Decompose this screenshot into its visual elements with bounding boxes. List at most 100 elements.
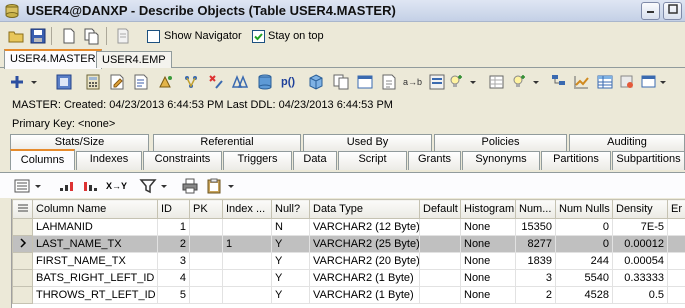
properties-icon[interactable] (55, 73, 73, 91)
clipboard-icon[interactable] (205, 177, 223, 195)
column-list-dropdown-chevron-icon[interactable] (34, 177, 42, 195)
header-id[interactable]: ID (157, 199, 190, 219)
header-null[interactable]: Null? (271, 199, 310, 219)
cell-column-name: FIRST_NAME_TX (32, 252, 158, 270)
cell-id: 5 (157, 286, 190, 304)
cell-default (419, 218, 461, 236)
form-icon[interactable] (428, 73, 446, 91)
filter-dropdown-chevron-icon[interactable] (160, 177, 168, 195)
tab-grants[interactable]: Grants (408, 151, 461, 170)
lightbulb-icon[interactable] (447, 73, 465, 91)
header-histogram[interactable]: Histogram (460, 199, 516, 219)
tab-auditing[interactable]: Auditing (569, 134, 685, 151)
list-icon (17, 204, 28, 211)
tab-synonyms[interactable]: Synonyms (462, 151, 540, 170)
rebuild-icon[interactable] (182, 73, 200, 91)
lightbulb-dropdown-chevron-icon[interactable] (469, 73, 477, 91)
table-icon[interactable] (596, 73, 614, 91)
calculator-icon[interactable] (84, 73, 102, 91)
tab-subpartitions[interactable]: Subpartitions (612, 151, 685, 170)
header-index[interactable]: Index ... (222, 199, 272, 219)
truncate-icon[interactable] (207, 73, 225, 91)
add-icon[interactable] (8, 73, 26, 91)
tab-triggers[interactable]: Triggers (223, 151, 292, 170)
sort-ascending-icon[interactable] (58, 177, 76, 195)
select-all-header[interactable] (12, 199, 33, 219)
print-preview-icon[interactable] (114, 27, 132, 45)
rename-button[interactable]: a→b (403, 73, 425, 91)
cube-icon[interactable] (307, 73, 325, 91)
table-row[interactable]: FIRST_NAME_TX 3 Y VARCHAR2 (20 Byte) None 183… (12, 252, 685, 270)
row-indicator[interactable] (12, 218, 33, 236)
tab-used-by[interactable]: Used By (303, 134, 432, 151)
header-column-name[interactable]: Column Name (32, 199, 158, 219)
copy-object-icon[interactable] (332, 73, 350, 91)
header-extra[interactable]: Er (667, 199, 685, 219)
transpose-button[interactable]: X→Y (106, 177, 128, 195)
row-pointer-icon (19, 237, 26, 248)
row-indicator[interactable] (12, 252, 33, 270)
tab-referential[interactable]: Referential (153, 134, 301, 151)
stay-on-top-checkbox[interactable] (252, 30, 265, 43)
open-folder-icon[interactable] (7, 27, 25, 45)
hint-dropdown-chevron-icon[interactable] (532, 73, 540, 91)
tab-indexes[interactable]: Indexes (76, 151, 142, 170)
chart-edit-icon[interactable] (572, 73, 590, 91)
header-num-distinct[interactable]: Num... (515, 199, 556, 219)
script-icon[interactable] (380, 73, 398, 91)
header-density[interactable]: Density (612, 199, 668, 219)
cell-null: Y (271, 252, 310, 270)
header-pk[interactable]: PK (189, 199, 223, 219)
window-icon[interactable] (356, 73, 374, 91)
row-indicator[interactable] (12, 286, 33, 304)
add-dropdown-chevron-icon[interactable] (30, 73, 38, 91)
filter-icon[interactable] (139, 177, 157, 195)
cell-density: 0.00012 (612, 235, 668, 253)
hint-icon[interactable] (510, 73, 528, 91)
save-icon[interactable] (29, 27, 47, 45)
cell-num-distinct: 15350 (515, 218, 556, 236)
doc-tab-emp[interactable]: USER4.EMP (96, 51, 172, 68)
row-indicator[interactable] (12, 235, 33, 253)
tree-icon[interactable] (550, 73, 568, 91)
show-navigator-checkbox[interactable] (147, 30, 160, 43)
table-row[interactable]: THROWS_RT_LEFT_ID 5 Y VARCHAR2 (1 Byte) None… (12, 286, 685, 304)
grid-refresh-icon[interactable] (488, 73, 506, 91)
column-list-icon[interactable] (13, 177, 31, 195)
cell-index: 1 (222, 235, 272, 253)
tab-data[interactable]: Data (293, 151, 337, 170)
tab-columns[interactable]: Columns (10, 149, 75, 170)
header-num-nulls[interactable]: Num Nulls (555, 199, 613, 219)
cell-id: 2 (157, 235, 190, 253)
report-icon[interactable] (132, 73, 150, 91)
header-data-type[interactable]: Data Type (309, 199, 420, 219)
row-indicator[interactable] (12, 269, 33, 287)
tab-script[interactable]: Script (338, 151, 407, 170)
cell-num-nulls: 0 (555, 235, 613, 253)
table-row[interactable]: LAST_NAME_TX 2 1 Y VARCHAR2 (25 Byte) None 827… (12, 235, 685, 253)
maximize-button[interactable] (663, 2, 682, 20)
cell-default (419, 269, 461, 287)
tools-icon[interactable] (618, 73, 636, 91)
tab-policies[interactable]: Policies (434, 134, 567, 151)
analyze-icon[interactable] (157, 73, 175, 91)
checkmark-icon (254, 33, 263, 41)
report-edit-icon[interactable] (108, 73, 126, 91)
sort-descending-icon[interactable] (82, 177, 100, 195)
compare-icon[interactable] (231, 73, 249, 91)
header-default[interactable]: Default (419, 199, 461, 219)
database-icon[interactable] (256, 73, 274, 91)
copy-document-icon[interactable] (82, 27, 100, 45)
table-row[interactable]: BATS_RIGHT_LEFT_ID 4 Y VARCHAR2 (1 Byte) Non… (12, 269, 685, 287)
new-document-icon[interactable] (60, 27, 78, 45)
tab-constraints[interactable]: Constraints (143, 151, 222, 170)
clipboard-dropdown-chevron-icon[interactable] (227, 177, 235, 195)
procedure-button[interactable]: p() (281, 73, 303, 91)
window-list-icon[interactable] (640, 73, 658, 91)
tab-partitions[interactable]: Partitions (541, 151, 611, 170)
doc-tab-master[interactable]: USER4.MASTER (4, 49, 102, 69)
window-list-dropdown-chevron-icon[interactable] (659, 73, 667, 91)
print-icon[interactable] (181, 177, 199, 195)
minimize-button[interactable] (641, 2, 660, 20)
table-row[interactable]: LAHMANID 1 N VARCHAR2 (12 Byte) None 15350 0 7E… (12, 218, 685, 236)
